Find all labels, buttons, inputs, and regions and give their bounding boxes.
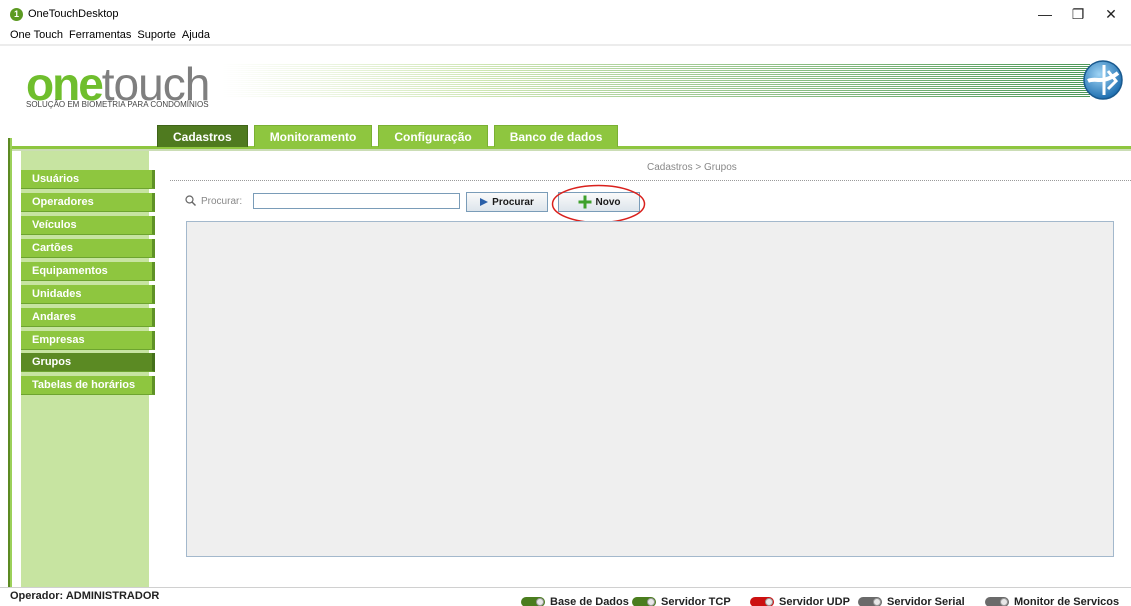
window-title: OneTouchDesktop [28, 8, 119, 20]
status-toggle-icon [858, 597, 882, 606]
globe-icon [1083, 60, 1123, 100]
logo-touch: touch [101, 58, 211, 110]
left-border-green [10, 138, 12, 588]
status-label: Monitor de Servicos [1014, 596, 1120, 606]
menu-suporte[interactable]: Suporte [137, 29, 176, 43]
status-servidor-tcp: Servidor TCP [632, 596, 731, 606]
status-monitor-de-servicos: Monitor de Servicos [985, 596, 1119, 606]
play-icon [480, 198, 489, 206]
app-logo-icon: 1 [10, 8, 23, 21]
menu-divider [0, 44, 1131, 46]
search-label: Procurar: [201, 196, 243, 207]
status-divider [0, 587, 1131, 588]
status-toggle-icon [632, 597, 656, 606]
status-label: Servidor TCP [661, 596, 731, 606]
sidebar-item-unidades[interactable]: Unidades [21, 285, 155, 304]
restore-icon[interactable]: ❐ [1068, 6, 1088, 22]
main-tabs: Cadastros Monitoramento Configuração Ban… [157, 125, 619, 147]
status-base-de-dados: Base de Dados [521, 596, 629, 606]
search-input[interactable] [253, 193, 460, 209]
header-stripes-dark [480, 64, 1090, 98]
tab-cadastros[interactable]: Cadastros [157, 125, 248, 147]
status-label: Servidor UDP [779, 596, 850, 606]
sidebar-item-empresas[interactable]: Empresas [21, 331, 155, 350]
status-label: Servidor Serial [887, 596, 965, 606]
status-toggle-icon [750, 597, 774, 606]
menu-ferramentas[interactable]: Ferramentas [69, 29, 131, 43]
groups-grid[interactable] [186, 221, 1114, 557]
menu-bar: One Touch Ferramentas Suporte Ajuda [10, 29, 210, 43]
minimize-icon[interactable]: — [1035, 6, 1055, 22]
status-servidor-serial: Servidor Serial [858, 596, 965, 606]
procurar-button-label: Procurar [492, 196, 534, 208]
title-bar: 1 OneTouchDesktop — ❐ ✕ [0, 0, 1131, 28]
menu-ajuda[interactable]: Ajuda [182, 29, 210, 43]
status-toggle-icon [985, 597, 1009, 606]
plus-icon [578, 195, 591, 209]
status-label: Base de Dados [550, 596, 629, 606]
breadcrumb-divider [170, 180, 1131, 181]
procurar-button[interactable]: Procurar [466, 192, 548, 212]
operator-label: Operador: ADMINISTRADOR [10, 590, 160, 602]
logo-one: one [26, 58, 104, 110]
tabbar-shadow [10, 149, 1131, 151]
tab-monitoramento[interactable]: Monitoramento [253, 125, 373, 147]
novo-button[interactable]: Novo [558, 192, 640, 212]
tab-configuracao[interactable]: Configuração [378, 125, 488, 147]
logo-tagline: SOLUÇÃO EM BIOMETRIA PARA CONDOMÍNIOS [26, 100, 209, 109]
sidebar-item-equipamentos[interactable]: Equipamentos [21, 262, 155, 281]
status-toggle-icon [521, 597, 545, 606]
tab-banco-de-dados[interactable]: Banco de dados [493, 125, 619, 147]
novo-button-label: Novo [595, 196, 621, 208]
sidebar-item-tabelas-de-horarios[interactable]: Tabelas de horários [21, 376, 155, 395]
sidebar-item-cartoes[interactable]: Cartões [21, 239, 155, 258]
app-window: 1 OneTouchDesktop — ❐ ✕ One Touch Ferram… [0, 0, 1131, 606]
sidebar-item-grupos[interactable]: Grupos [21, 353, 155, 372]
sidebar-item-andares[interactable]: Andares [21, 308, 155, 327]
sidebar-item-operadores[interactable]: Operadores [21, 193, 155, 212]
search-icon [185, 195, 196, 206]
status-servidor-udp: Servidor UDP [750, 596, 850, 606]
breadcrumb: Cadastros > Grupos [647, 162, 737, 173]
menu-one-touch[interactable]: One Touch [10, 29, 63, 43]
sidebar-item-veiculos[interactable]: Veículos [21, 216, 155, 235]
sidebar-item-usuarios[interactable]: Usuários [21, 170, 155, 189]
brand-logo: one touch [26, 58, 211, 110]
close-icon[interactable]: ✕ [1101, 6, 1121, 22]
